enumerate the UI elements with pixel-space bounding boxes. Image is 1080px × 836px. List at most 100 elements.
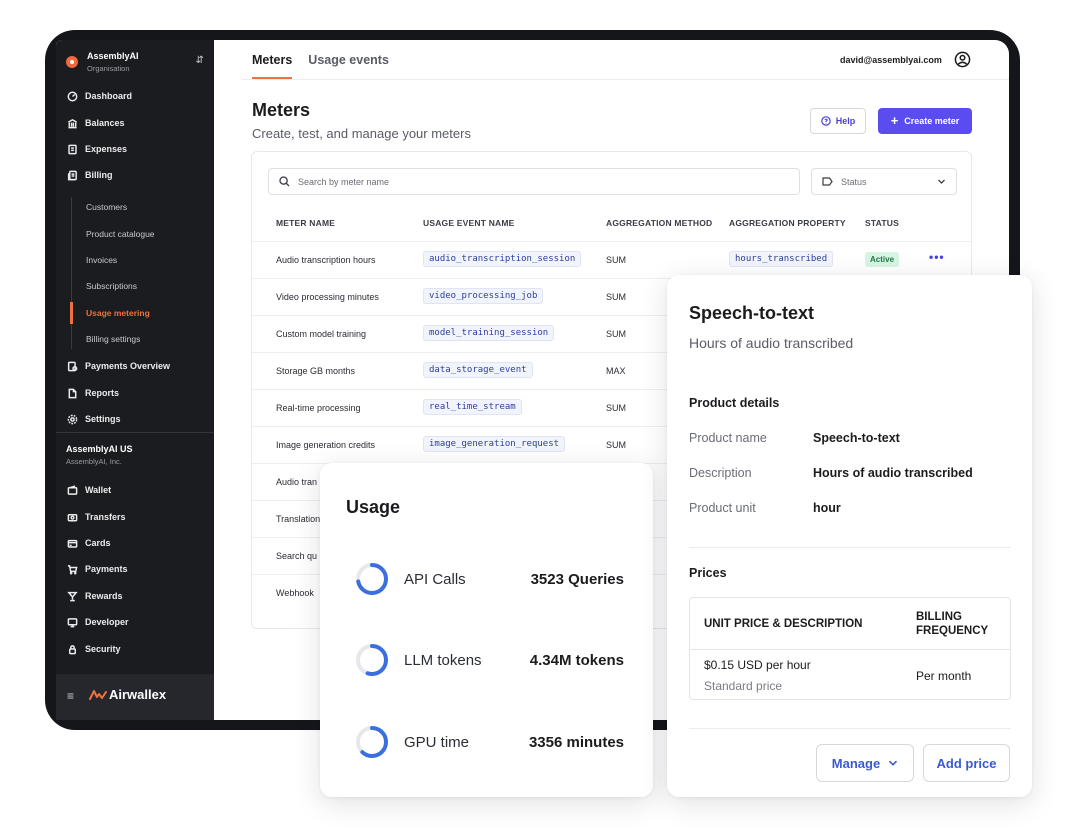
monitor-icon [66,616,78,628]
receipt-icon [66,143,78,155]
detail-value: Hours of audio transcribed [813,466,973,480]
user-email: david@assemblyai.com [840,55,942,65]
sidebar-item-developer[interactable]: Developer [66,614,206,630]
section-divider [689,728,1011,729]
aggregation-method-cell: SUM [606,403,626,413]
add-price-button[interactable]: Add price [923,744,1010,782]
tab-meters[interactable]: Meters [252,53,293,79]
transfers-icon [66,511,78,523]
wallet-icon [66,484,78,496]
aggregation-method-cell: SUM [606,440,626,450]
sidebar-item-payments-overview[interactable]: Payments Overview [66,358,206,374]
sidebar-subitem-product-catalogue[interactable]: Product catalogue [86,229,155,239]
page-subtitle: Create, test, and manage your meters [252,126,471,141]
sidebar-item-settings[interactable]: Settings [66,411,206,427]
column-header-meter-name[interactable]: METER NAME [276,218,335,228]
user-avatar-icon[interactable] [954,51,971,68]
sidebar-item-label: Payments [85,564,128,574]
sidebar-item-label: Payments Overview [85,361,171,371]
sidebar-item-label: Transfers [85,512,126,522]
product-subtitle: Hours of audio transcribed [689,335,854,351]
usage-value: 3523 Queries [530,571,624,588]
sidebar-item-transfers[interactable]: Transfers [66,509,206,525]
sidebar-item-cards[interactable]: Cards [66,535,206,551]
manage-button[interactable]: Manage [816,744,914,782]
usage-title: Usage [346,497,401,517]
table-divider [690,649,1010,650]
detail-value: hour [813,501,841,515]
sidebar-subitem-subscriptions[interactable]: Subscriptions [86,281,137,291]
price-description: Standard price [704,679,783,693]
table-row[interactable]: Audio transcription hours audio_transcri… [252,241,971,278]
usage-value: 3356 minutes [528,734,624,751]
status-placeholder: Status [841,176,867,187]
tag-icon [822,177,833,186]
sidebar-item-billing[interactable]: Billing [66,167,206,183]
product-title: Speech-to-text [689,303,815,323]
org-switcher[interactable]: AssemblyAI Organisation ⇵ [66,50,204,76]
org-logo-icon [66,56,78,68]
usage-value: 4.34M tokens [529,652,624,669]
entity-name[interactable]: AssemblyAI US [66,444,133,454]
sidebar-item-label: Rewards [85,591,123,601]
billing-frequency: Per month [916,669,972,683]
sidebar-divider [56,432,214,433]
sidebar-item-rewards[interactable]: Rewards [66,588,206,604]
search-input[interactable]: Search by meter name [268,168,800,195]
payments-overview-icon [66,360,78,372]
meter-name-cell: Image generation credits [276,440,376,450]
column-header-usage-event-name[interactable]: USAGE EVENT NAME [423,218,515,228]
meter-name-cell: Video processing minutes [276,292,379,302]
card-icon [66,537,78,549]
create-meter-button[interactable]: + Create meter [878,108,972,134]
menu-icon[interactable]: ≡ [67,689,74,703]
product-details-heading: Product details [689,396,780,410]
sidebar-subitem-usage-metering[interactable]: Usage metering [86,308,150,318]
meter-name-cell: Webhook [276,588,314,598]
sidebar-subitem-customers[interactable]: Customers [86,202,127,212]
detail-key: Product name [689,431,767,445]
help-label: Help [835,116,856,126]
sidebar-footer: ≡ Airwallex [56,674,214,720]
search-icon [279,176,290,187]
sidebar-item-expenses[interactable]: Expenses [66,141,206,157]
sidebar-item-payments[interactable]: Payments [66,561,206,577]
meter-name-cell: Custom model training [276,329,367,339]
sidebar-item-reports[interactable]: Reports [66,385,206,401]
usage-event-cell: real_time_stream [423,399,522,415]
header-divider [242,79,1009,80]
detail-key: Description [689,466,752,480]
submenu-rail [71,197,72,349]
sidebar-item-label: Security [85,644,121,654]
column-header-aggregation-property[interactable]: AGGREGATION PROPERTY [729,218,846,228]
sidebar-item-wallet[interactable]: Wallet [66,482,206,498]
sidebar-subitem-billing-settings[interactable]: Billing settings [86,334,140,344]
column-header-status[interactable]: STATUS [865,218,899,228]
meter-name-cell: Storage GB months [276,366,356,376]
usage-event-cell: audio_transcription_session [423,251,582,267]
airwallex-mark-icon [89,689,107,700]
chevron-updown-icon[interactable]: ⇵ [196,55,204,66]
sidebar-item-dashboard[interactable]: Dashboard [66,88,206,104]
document-icon [66,387,78,399]
org-subtitle: Organisation [87,64,130,73]
frequency-column-header: BILLING FREQUENCY [916,611,989,637]
help-button[interactable]: Help [810,108,866,134]
billing-icon [66,169,78,181]
sidebar-item-label: Balances [85,118,125,128]
submenu-active-indicator [70,302,73,324]
more-options-icon[interactable]: ••• [929,250,945,264]
status-select[interactable]: Status [811,168,957,195]
tab-usage-events[interactable]: Usage events [308,53,389,79]
column-header-aggregation-method[interactable]: AGGREGATION METHOD [606,218,712,228]
sidebar-subitem-invoices[interactable]: Invoices [86,255,117,265]
usage-event-cell: data_storage_event [423,362,533,378]
sidebar-item-balances[interactable]: Balances [66,115,206,131]
usage-card: Usage API Calls 3523 Queries LLM tokens … [320,463,653,797]
usage-label: API Calls [404,571,466,588]
gear-icon [66,413,78,425]
progress-ring-icon [356,644,388,676]
sidebar-item-security[interactable]: Security [66,641,206,657]
airwallex-logo: Airwallex [89,687,166,702]
sidebar-item-label: Billing [85,170,113,180]
